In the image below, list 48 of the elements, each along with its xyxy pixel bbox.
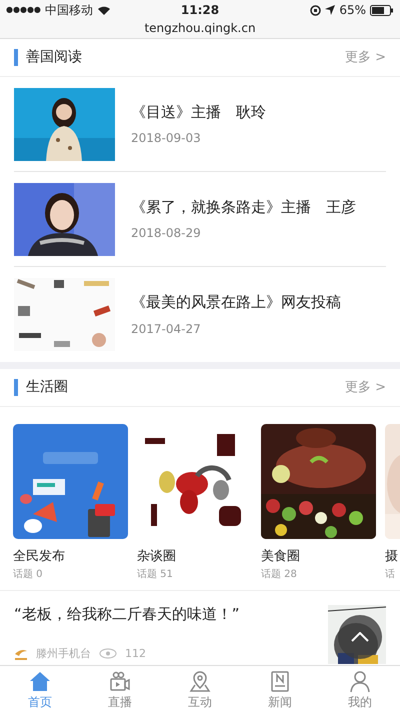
view-count: 112 [125,646,146,662]
article-item[interactable]: 《最美的风景在路上》网友投稿 2017-04-27 [14,267,386,362]
article-date: 2018-09-03 [131,130,202,148]
battery-percent: 65% [339,2,366,19]
section-title: 生活圈 [26,378,69,397]
wifi-icon [96,5,111,15]
carrier-name: 中国移动 [44,2,93,19]
battery-icon [370,4,394,16]
circle-card[interactable]: 美食圈 话题 28 [261,424,376,590]
article-title: 《最美的风景在路上》网友投稿 [131,292,341,314]
circle-name: 美食圈 [261,548,301,566]
article-title: 《累了，就换条路走》主播 王彦 [131,196,356,218]
tab-item[interactable]: 互动 [160,666,240,711]
source-logo-icon [14,648,28,660]
topic-count: 话题 51 [137,568,174,582]
circle-card[interactable]: 摄 话 [385,424,400,590]
section-marker [14,49,18,66]
article-date: 2017-04-27 [131,320,202,338]
circle-card[interactable]: 全民发布 话题 0 [13,424,128,590]
signal-strength: ●●●●● [6,4,41,16]
map-pin-icon [188,670,212,693]
eye-icon [99,648,117,660]
user-icon [348,670,372,693]
tab-item[interactable]: 我的 [320,666,400,711]
chevron-up-icon [351,632,369,642]
clock-time: 11:28 [180,2,220,19]
section-title: 善国阅读 [26,48,83,67]
source-name: 滕州手机台 [36,646,91,662]
article-item[interactable]: 《目送》主播 耿玲 2018-09-03 [14,77,386,172]
tab-item[interactable]: 直播 [80,666,160,711]
url-text: tengzhou.qingk.cn [143,20,257,36]
article-title: 《目送》主播 耿玲 [131,102,266,123]
circle-name: 杂谈圈 [137,548,177,566]
home-icon [28,670,52,693]
section-marker [14,379,18,396]
topic-count: 话题 0 [13,568,44,582]
article-date: 2018-08-29 [131,225,202,242]
topic-count: 话 [385,568,396,582]
location-arrow-icon [325,5,336,15]
tab-item[interactable]: 新闻 [240,666,320,711]
circle-name: 摄 [385,548,399,566]
article-item[interactable]: 《累了，就换条路走》主播 王彦 2018-08-29 [14,172,386,267]
rotation-lock-icon [310,4,322,16]
topic-count: 话题 28 [261,568,298,582]
post-title: “老板，给我称二斤春天的味道！” [14,604,241,625]
video-camera-icon [108,670,132,693]
circle-card[interactable]: 杂谈圈 话题 51 [137,424,252,590]
circle-name: 全民发布 [13,548,66,566]
